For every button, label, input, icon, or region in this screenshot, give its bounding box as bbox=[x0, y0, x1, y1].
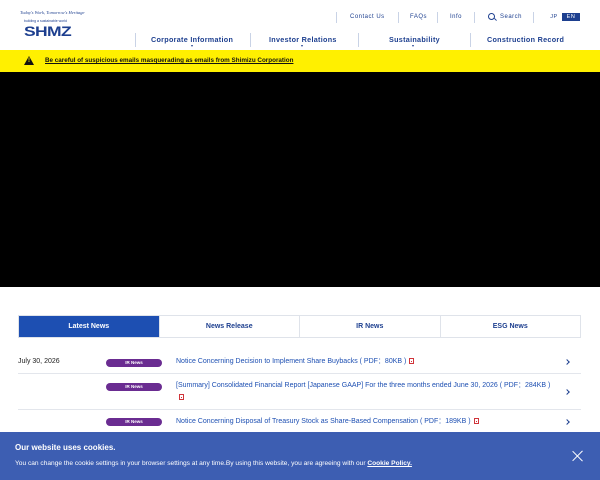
cookie-message: You can change the cookie settings in yo… bbox=[15, 460, 412, 467]
tab-news-release[interactable]: News Release bbox=[159, 316, 300, 337]
nav-sustainability[interactable]: Sustainability bbox=[389, 35, 440, 44]
pdf-icon bbox=[473, 418, 479, 424]
utility-nav: Contact Us FAQs Info Search bbox=[0, 12, 600, 24]
news-date: July 30, 2026 bbox=[18, 358, 60, 365]
category-badge: IR News bbox=[106, 359, 162, 367]
caret-down-icon bbox=[412, 45, 414, 47]
divider bbox=[470, 33, 471, 47]
warning-icon: ! bbox=[24, 56, 34, 65]
cookie-policy-link[interactable]: Cookie Policy. bbox=[367, 460, 412, 467]
news-tabs: Latest News News Release IR News ESG New… bbox=[18, 315, 581, 338]
news-title-text: Notice Concerning Decision to Implement … bbox=[176, 358, 407, 365]
main-nav: Corporate Information Investor Relations… bbox=[0, 33, 600, 47]
list-item[interactable]: IR News Notice Concerning Disposal of Tr… bbox=[18, 410, 581, 434]
alert-bar: ! Be careful of suspicious emails masque… bbox=[0, 50, 600, 72]
caret-down-icon bbox=[191, 45, 193, 47]
list-item[interactable]: IR News [Summary] Consolidated Financial… bbox=[18, 374, 581, 410]
search-link[interactable]: Search bbox=[500, 14, 522, 20]
category-badge: IR News bbox=[106, 383, 162, 391]
chevron-right-icon bbox=[564, 419, 570, 425]
lang-jp-button[interactable]: JP bbox=[548, 13, 560, 21]
alert-link[interactable]: Be careful of suspicious emails masquera… bbox=[45, 57, 293, 64]
faqs-link[interactable]: FAQs bbox=[410, 14, 427, 20]
news-title-text: Notice Concerning Disposal of Treasury S… bbox=[176, 418, 471, 425]
nav-construction-record[interactable]: Construction Record bbox=[487, 35, 564, 44]
news-title-link[interactable]: Notice Concerning Disposal of Treasury S… bbox=[176, 416, 556, 428]
tab-latest-news[interactable]: Latest News bbox=[19, 316, 160, 337]
chevron-right-icon bbox=[564, 359, 570, 365]
pdf-icon bbox=[179, 394, 184, 400]
cookie-banner: Our website uses cookies. You can change… bbox=[0, 432, 600, 480]
info-link[interactable]: Info bbox=[450, 14, 462, 20]
caret-down-icon bbox=[301, 45, 303, 47]
divider bbox=[474, 12, 475, 23]
tab-esg-news[interactable]: ESG News bbox=[440, 316, 580, 337]
news-title-link[interactable]: Notice Concerning Decision to Implement … bbox=[176, 356, 556, 368]
nav-corporate-information[interactable]: Corporate Information bbox=[151, 35, 233, 44]
tab-ir-news[interactable]: IR News bbox=[300, 316, 441, 337]
divider bbox=[358, 33, 359, 47]
nav-investor-relations[interactable]: Investor Relations bbox=[269, 35, 337, 44]
search-icon[interactable] bbox=[488, 13, 495, 20]
hero-video[interactable] bbox=[0, 72, 600, 287]
site-header: Today's Work, Tomorrow's Heritage buildi… bbox=[0, 0, 600, 50]
news-title-link[interactable]: [Summary] Consolidated Financial Report … bbox=[176, 380, 556, 404]
category-badge: IR News bbox=[106, 418, 162, 426]
pdf-icon bbox=[409, 358, 415, 364]
list-item[interactable]: July 30, 2026 IR News Notice Concerning … bbox=[18, 350, 581, 374]
divider bbox=[250, 33, 251, 47]
divider bbox=[437, 12, 438, 23]
divider bbox=[336, 12, 337, 23]
divider bbox=[398, 12, 399, 23]
contact-us-link[interactable]: Contact Us bbox=[350, 14, 385, 20]
cookie-title: Our website uses cookies. bbox=[15, 443, 116, 452]
cookie-message-text: You can change the cookie settings in yo… bbox=[15, 460, 368, 467]
close-icon[interactable] bbox=[571, 449, 585, 463]
lang-en-button[interactable]: EN bbox=[562, 13, 580, 21]
news-title-text: [Summary] Consolidated Financial Report … bbox=[176, 382, 551, 389]
divider bbox=[533, 12, 534, 23]
divider bbox=[135, 33, 136, 47]
chevron-right-icon bbox=[564, 389, 570, 395]
